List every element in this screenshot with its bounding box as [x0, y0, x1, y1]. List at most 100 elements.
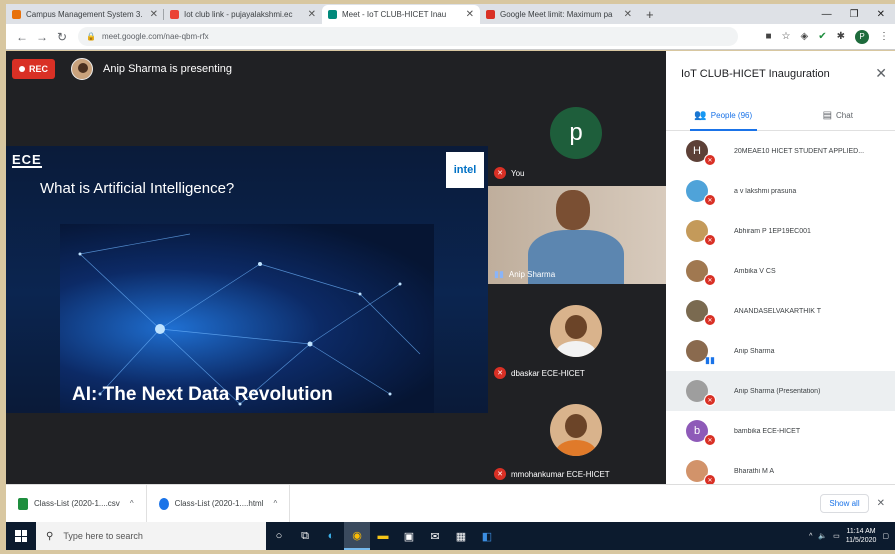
- close-panel-icon[interactable]: ✕: [875, 65, 887, 82]
- close-tab-icon[interactable]: ✕: [150, 9, 158, 20]
- show-all-button[interactable]: Show all: [820, 494, 869, 513]
- window-controls: — ❐ ✕: [822, 9, 895, 20]
- minimize-icon[interactable]: —: [822, 9, 832, 20]
- participant-row[interactable]: b ✕ bambika ECE-HICET: [666, 411, 895, 451]
- avatar: p: [550, 107, 602, 159]
- mail-icon[interactable]: ✉: [422, 522, 448, 550]
- close-tab-icon[interactable]: ✕: [624, 9, 632, 20]
- extension-icon[interactable]: ◈: [801, 31, 809, 42]
- chevron-up-icon[interactable]: ^: [809, 533, 812, 540]
- mic-off-icon: ✕: [494, 167, 506, 179]
- close-window-icon[interactable]: ✕: [877, 9, 885, 20]
- browser-tab[interactable]: Campus Management System 3. ✕: [6, 5, 164, 24]
- participant-row[interactable]: ✕ ANANDASELVAKARTHIK T: [666, 291, 895, 331]
- store-icon[interactable]: ▣: [396, 522, 422, 550]
- participant-name: Bharathi M A: [734, 467, 775, 475]
- tab-chat[interactable]: ▤ Chat: [781, 101, 895, 130]
- tab-people[interactable]: 👥 People (96): [666, 101, 781, 131]
- avatar: ✕: [686, 380, 716, 406]
- file-explorer-icon[interactable]: ▬: [370, 522, 396, 550]
- participant-row[interactable]: H ✕ 20MEAE10 HICET STUDENT APPLIED...: [666, 131, 895, 171]
- browser-tab-strip: Campus Management System 3. ✕ Iot club l…: [6, 4, 895, 24]
- volume-icon[interactable]: 🔈: [818, 532, 827, 540]
- forward-icon[interactable]: →: [32, 30, 52, 44]
- tab-title: Iot club link - pujayalakshmi.ec: [184, 10, 293, 19]
- avatar: b ✕: [686, 420, 716, 446]
- close-icon[interactable]: ✕: [877, 498, 885, 509]
- network-icon[interactable]: ▭: [833, 532, 840, 540]
- site-favicon-icon: [12, 10, 21, 19]
- chrome-file-icon: [158, 497, 169, 510]
- panel-tabs: 👥 People (96) ▤ Chat: [666, 101, 895, 131]
- tab-title: Campus Management System 3.: [26, 10, 143, 19]
- maximize-icon[interactable]: ❐: [850, 9, 859, 20]
- task-view-icon[interactable]: ⧉: [292, 522, 318, 550]
- app-icon[interactable]: ◧: [474, 522, 500, 550]
- slide-title: What is Artificial Intelligence?: [40, 180, 235, 197]
- site-favicon-icon: [486, 10, 495, 19]
- edge-icon[interactable]: ◐: [318, 522, 344, 550]
- participant-name: dbaskar ECE-HICET: [511, 368, 585, 378]
- csv-file-icon: [18, 497, 28, 510]
- participant-tile-video[interactable]: ▮▮ Anip Sharma: [488, 186, 666, 284]
- browser-tab[interactable]: Iot club link - pujayalakshmi.ec ✕: [164, 5, 322, 24]
- camera-icon[interactable]: ■: [766, 31, 772, 42]
- url-text: meet.google.com/nae-qbm-rfx: [101, 32, 209, 41]
- reload-icon[interactable]: ↻: [52, 30, 72, 44]
- start-button[interactable]: [6, 522, 36, 550]
- mic-off-icon: ✕: [704, 314, 716, 326]
- chevron-up-icon[interactable]: ^: [130, 499, 134, 508]
- address-bar[interactable]: 🔒 meet.google.com/nae-qbm-rfx: [78, 27, 738, 46]
- participant-row[interactable]: ▮▮ Anip Sharma: [666, 331, 895, 371]
- participant-name: ANANDASELVAKARTHIK T: [734, 307, 822, 315]
- meet-favicon-icon: [328, 10, 337, 19]
- gmail-favicon-icon: [170, 10, 179, 19]
- participant-tiles: p ✕ You ▮▮ Anip Sharma ✕ dbaskar ECE-HIC…: [488, 87, 666, 484]
- presenting-status: Anip Sharma is presenting: [103, 62, 233, 75]
- calculator-icon[interactable]: ▦: [448, 522, 474, 550]
- slide-subtitle: AI: The Next Data Revolution: [72, 384, 333, 405]
- participant-name: Anip Sharma: [734, 347, 775, 355]
- new-tab-button[interactable]: +: [638, 7, 662, 24]
- download-item[interactable]: Class-List (2020-1....csv ^: [6, 485, 147, 522]
- participant-row[interactable]: ✕ Ambika V CS: [666, 251, 895, 291]
- avatar: H ✕: [686, 140, 716, 166]
- participant-tile-you[interactable]: p ✕ You: [488, 87, 666, 183]
- participant-row[interactable]: ✕ a v lakshmi prasuna: [666, 171, 895, 211]
- participant-name: You: [511, 168, 525, 178]
- windows-icon: [15, 530, 27, 542]
- participant-tile[interactable]: ✕ dbaskar ECE-HICET: [488, 287, 666, 383]
- download-item[interactable]: Class-List (2020-1....html ^: [147, 485, 291, 522]
- mic-off-icon: ✕: [494, 367, 506, 379]
- participant-name: Anip Sharma (Presentation): [734, 387, 821, 395]
- participant-row[interactable]: ✕ Abhiram P 1EP19EC001: [666, 211, 895, 251]
- menu-icon[interactable]: ⋮: [879, 31, 889, 42]
- taskbar-search[interactable]: ⚲ Type here to search: [36, 522, 266, 550]
- check-icon[interactable]: ✔: [818, 31, 826, 42]
- browser-tab[interactable]: Google Meet limit: Maximum pa ✕: [480, 5, 638, 24]
- close-tab-icon[interactable]: ✕: [466, 9, 474, 20]
- participant-tile[interactable]: ✕ mmohankumar ECE-HICET: [488, 386, 666, 484]
- profile-avatar[interactable]: P: [855, 29, 869, 44]
- notification-icon[interactable]: ▢: [882, 532, 889, 540]
- browser-tab-active[interactable]: Meet - IoT CLUB-HICET Inau ✕: [322, 5, 480, 24]
- puzzle-icon[interactable]: ✱: [837, 31, 845, 42]
- participant-name: Ambika V CS: [734, 267, 776, 275]
- extension-icons: ■ ☆ ◈ ✔ ✱ P ⋮: [766, 29, 889, 44]
- close-tab-icon[interactable]: ✕: [308, 9, 316, 20]
- cortana-icon[interactable]: ○: [266, 522, 292, 550]
- avatar: ✕: [686, 300, 716, 326]
- participant-row[interactable]: ✕ Anip Sharma (Presentation): [666, 371, 895, 411]
- meet-top-bar: REC Anip Sharma is presenting: [6, 51, 666, 86]
- back-icon[interactable]: ←: [12, 30, 32, 44]
- chrome-icon[interactable]: ◉: [344, 522, 370, 550]
- chevron-up-icon[interactable]: ^: [274, 499, 278, 508]
- star-icon[interactable]: ☆: [782, 31, 791, 42]
- speaking-icon: ▮▮: [494, 269, 504, 279]
- lock-icon: 🔒: [86, 32, 96, 41]
- participant-name: 20MEAE10 HICET STUDENT APPLIED...: [734, 147, 865, 155]
- clock[interactable]: 11:14 AM 11/5/2020: [846, 527, 877, 545]
- browser-toolbar: ← → ↻ 🔒 meet.google.com/nae-qbm-rfx ■ ☆ …: [6, 24, 895, 50]
- avatar: [550, 404, 602, 456]
- mic-off-icon: ✕: [704, 154, 716, 166]
